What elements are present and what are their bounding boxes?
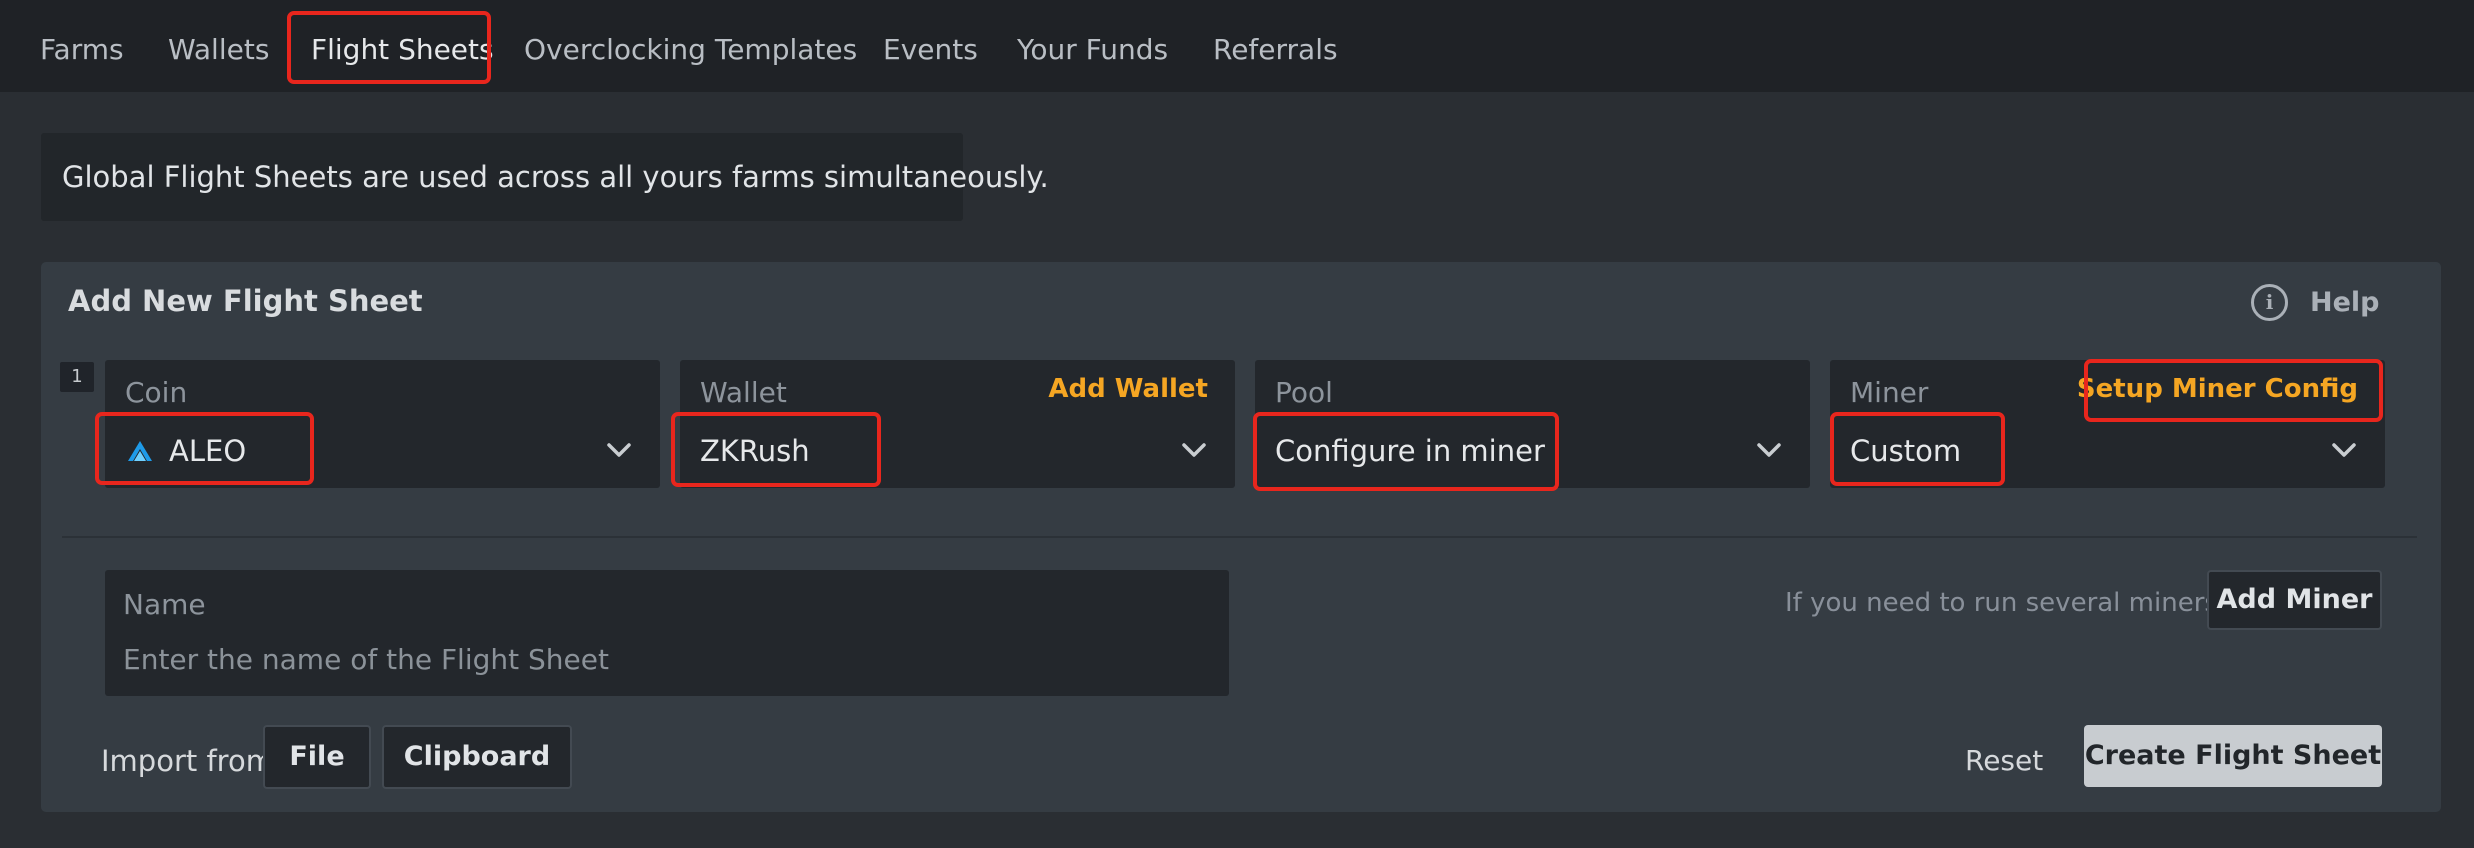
chevron-down-icon (2332, 443, 2356, 457)
chevron-down-icon (607, 443, 631, 457)
info-banner: Global Flight Sheets are used across all… (41, 133, 1049, 221)
wallet-value-text: ZKRush (700, 434, 810, 468)
pool-value: Configure in miner (1275, 434, 1545, 468)
coin-value: ALEO (125, 434, 246, 468)
top-navigation: Farms Wallets Flight Sheets Overclocking… (0, 0, 2474, 92)
coin-select[interactable]: Coin ALEO (105, 360, 660, 488)
nav-farms[interactable]: Farms (40, 10, 124, 84)
pool-label: Pool (1275, 376, 1333, 409)
setup-miner-config-link[interactable]: Setup Miner Config (2077, 374, 2358, 404)
wallet-label: Wallet (700, 376, 787, 409)
wallet-select[interactable]: Wallet Add Wallet ZKRush (680, 360, 1235, 488)
import-from-label: Import from (101, 744, 274, 778)
name-field[interactable]: Name (105, 570, 1229, 696)
add-wallet-link[interactable]: Add Wallet (1048, 374, 1208, 404)
chevron-down-icon (1757, 443, 1781, 457)
divider (62, 536, 2417, 538)
nav-referrals[interactable]: Referrals (1213, 10, 1338, 84)
miner-select[interactable]: Miner Setup Miner Config Custom (1830, 360, 2385, 488)
info-icon: i (2251, 283, 2288, 321)
nav-your-funds[interactable]: Your Funds (1017, 10, 1168, 84)
pool-value-text: Configure in miner (1275, 434, 1545, 468)
pool-select[interactable]: Pool Configure in miner (1255, 360, 1810, 488)
aleo-logo-icon (128, 441, 152, 461)
flight-sheet-name-input[interactable] (123, 636, 1203, 682)
miner-value-text: Custom (1850, 434, 1962, 468)
import-clipboard-button[interactable]: Clipboard (382, 725, 572, 789)
import-file-button[interactable]: File (263, 725, 371, 789)
create-flight-sheet-button[interactable]: Create Flight Sheet (2084, 725, 2382, 787)
nav-flight-sheets[interactable]: Flight Sheets (311, 10, 494, 84)
coin-label: Coin (125, 376, 188, 409)
miner-value: Custom (1850, 434, 1961, 468)
miner-label: Miner (1850, 376, 1929, 409)
nav-wallets[interactable]: Wallets (168, 10, 269, 84)
help-label: Help (2310, 286, 2380, 318)
add-flight-sheet-panel: Add New Flight Sheet i Help 1 Coin ALEO … (41, 262, 2441, 812)
coin-value-text: ALEO (169, 434, 247, 468)
reset-button[interactable]: Reset (1965, 736, 2043, 786)
row-number-badge: 1 (60, 362, 94, 392)
panel-title: Add New Flight Sheet (68, 284, 423, 318)
name-label: Name (123, 588, 206, 621)
nav-events[interactable]: Events (883, 10, 978, 84)
nav-overclocking-templates[interactable]: Overclocking Templates (524, 10, 857, 84)
add-miner-button[interactable]: Add Miner (2207, 570, 2382, 630)
add-miner-hint: If you need to run several miners (1785, 588, 2218, 618)
chevron-down-icon (1182, 443, 1206, 457)
wallet-value: ZKRush (700, 434, 810, 468)
help-link[interactable]: i Help (2251, 282, 2380, 322)
